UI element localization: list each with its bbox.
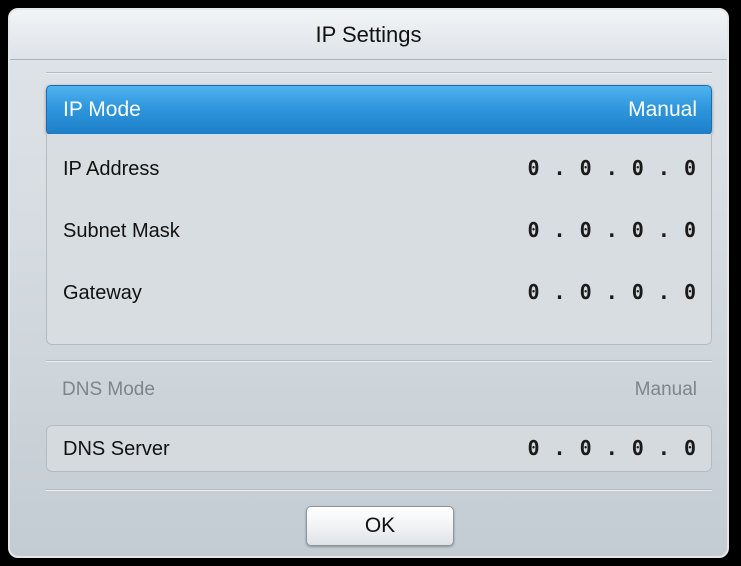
gateway-field[interactable]: Gateway 0 . 0 . 0 . 0 [63, 280, 697, 310]
ip-address-label: IP Address [63, 158, 160, 180]
divider [46, 489, 712, 490]
ip-mode-label: IP Mode [63, 98, 141, 121]
ok-button[interactable]: OK [306, 506, 454, 546]
dialog-title: IP Settings [10, 10, 727, 60]
ip-address-field[interactable]: IP Address 0 . 0 . 0 . 0 [63, 156, 697, 186]
dns-mode-value: Manual [634, 379, 697, 400]
ip-fields-group: IP Address 0 . 0 . 0 . 0 Subnet Mask 0 .… [46, 134, 712, 345]
ip-address-value[interactable]: 0 . 0 . 0 . 0 [527, 156, 697, 180]
dns-server-field[interactable]: DNS Server 0 . 0 . 0 . 0 [46, 425, 712, 472]
ip-mode-value: Manual [628, 98, 697, 121]
ip-mode-selector[interactable]: IP Mode Manual [46, 85, 712, 135]
divider [46, 360, 712, 361]
dns-server-row: DNS Server 0 . 0 . 0 . 0 [63, 436, 697, 466]
dns-server-label: DNS Server [63, 438, 170, 460]
dns-server-value[interactable]: 0 . 0 . 0 . 0 [527, 436, 697, 460]
subnet-mask-label: Subnet Mask [63, 220, 180, 242]
gateway-value[interactable]: 0 . 0 . 0 . 0 [527, 280, 697, 304]
dns-mode-label: DNS Mode [62, 379, 155, 400]
subnet-mask-value[interactable]: 0 . 0 . 0 . 0 [527, 218, 697, 242]
gateway-label: Gateway [63, 282, 142, 304]
ip-settings-dialog: IP Settings IP Mode Manual IP Address 0 … [8, 8, 729, 558]
subnet-mask-field[interactable]: Subnet Mask 0 . 0 . 0 . 0 [63, 218, 697, 248]
divider [46, 72, 712, 73]
